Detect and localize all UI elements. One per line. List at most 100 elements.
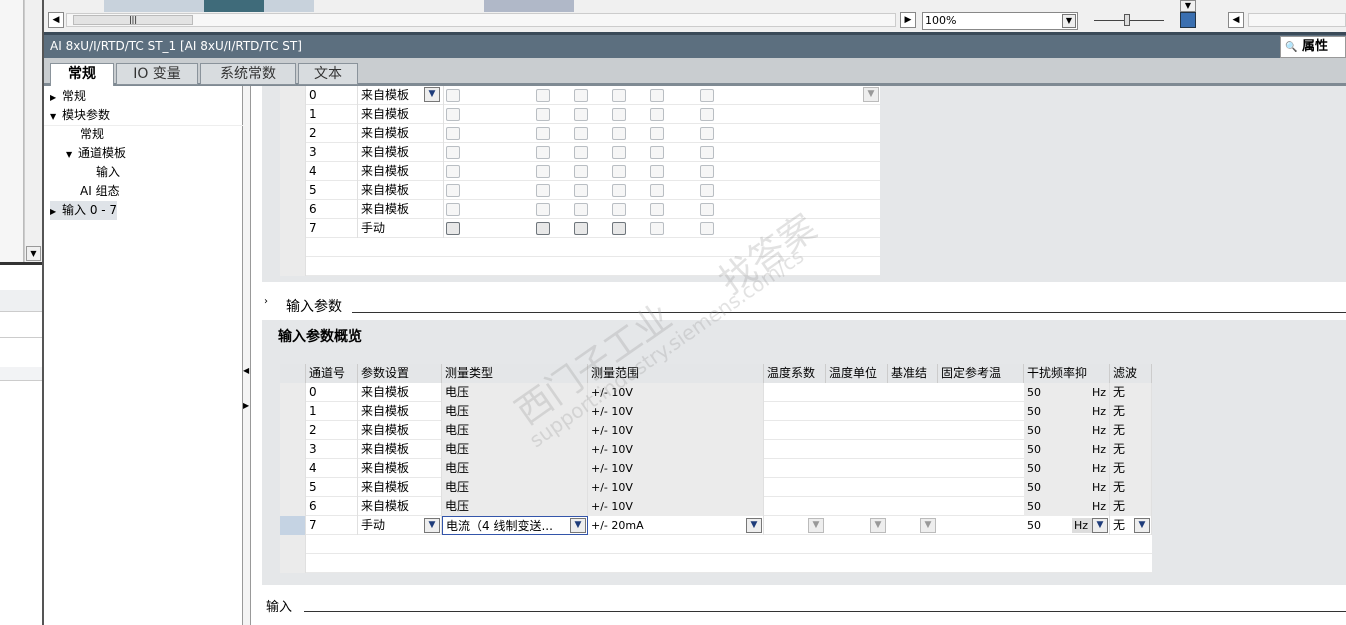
checkbox[interactable] [650, 184, 664, 197]
checkbox[interactable] [574, 165, 588, 178]
checkbox[interactable] [612, 108, 626, 121]
tab-io-tags[interactable]: IO 变量 [116, 63, 198, 85]
caret-down-icon[interactable]: ▼ [66, 145, 78, 164]
caret-right-icon[interactable]: ▶ [50, 202, 62, 221]
checkbox[interactable] [574, 184, 588, 197]
checkbox[interactable] [650, 222, 664, 235]
tree-item-input[interactable]: 输入 [96, 163, 120, 182]
tree-item-module-params[interactable]: ▼ 模块参数 [50, 106, 110, 125]
chevron-down-icon[interactable]: ▼ [863, 87, 879, 102]
checkbox[interactable] [612, 203, 626, 216]
checkbox[interactable] [446, 203, 460, 216]
tab-texts[interactable]: 文本 [298, 63, 358, 85]
checkbox[interactable] [446, 108, 460, 121]
checkbox[interactable] [446, 184, 460, 197]
checkbox[interactable] [536, 146, 550, 159]
checkbox[interactable] [536, 89, 550, 102]
expand-right-icon[interactable]: ▶ [243, 401, 249, 410]
caret-down-icon[interactable]: ▼ [50, 107, 62, 126]
tab-system-constants[interactable]: 系统常数 [200, 63, 296, 85]
table-row[interactable]: 7 手动 [280, 219, 880, 238]
section-input[interactable]: 输入 [266, 596, 292, 615]
checkbox[interactable] [536, 222, 550, 235]
checkbox[interactable] [700, 222, 714, 235]
scroll-left-icon[interactable]: ◀ [48, 12, 64, 28]
caret-right-icon[interactable]: › [264, 296, 268, 307]
checkbox[interactable] [650, 127, 664, 140]
checkbox[interactable] [700, 108, 714, 121]
tree-item-channel-template[interactable]: ▼ 通道模板 [66, 144, 126, 163]
checkbox[interactable] [612, 184, 626, 197]
checkbox[interactable] [574, 222, 588, 235]
chevron-down-icon[interactable]: ▼ [1092, 518, 1108, 533]
table-row[interactable]: 1 来自模板 [280, 105, 880, 124]
checkbox[interactable] [650, 146, 664, 159]
caret-right-icon[interactable]: ▶ [50, 88, 62, 107]
checkbox[interactable] [650, 203, 664, 216]
chevron-down-icon[interactable]: ▼ [1134, 518, 1150, 533]
checkbox[interactable] [650, 165, 664, 178]
chevron-down-icon[interactable]: ▼ [746, 518, 762, 533]
col-header[interactable]: 温度单位 [826, 364, 888, 383]
col-header[interactable]: 通道号 [306, 364, 358, 383]
table-row[interactable]: 6 来自模板 [280, 200, 880, 219]
vertical-scrollbar[interactable]: ▼ [24, 0, 42, 262]
col-header[interactable]: 滤波 [1110, 364, 1152, 383]
chevron-down-icon[interactable]: ▼ [1062, 14, 1076, 28]
measurement-type-select[interactable]: 电流（4 线制变送... [442, 516, 588, 535]
chevron-down-icon[interactable]: ▼ [424, 87, 440, 102]
tree-item-ai-config[interactable]: AI 组态 [80, 182, 120, 201]
checkbox[interactable] [446, 89, 460, 102]
checkbox[interactable] [574, 89, 588, 102]
fit-view-icon[interactable] [1180, 12, 1196, 28]
checkbox[interactable] [700, 89, 714, 102]
checkbox[interactable] [650, 108, 664, 121]
chevron-down-icon[interactable]: ▼ [920, 518, 936, 533]
section-input-params[interactable]: 输入参数 [286, 296, 342, 316]
chevron-down-icon[interactable]: ▼ [570, 518, 586, 533]
checkbox[interactable] [574, 108, 588, 121]
checkbox[interactable] [612, 127, 626, 140]
checkbox[interactable] [574, 146, 588, 159]
table-row[interactable]: 2 来自模板 [280, 124, 880, 143]
measurement-range-select[interactable]: +/- 20mA [588, 516, 764, 535]
checkbox[interactable] [536, 203, 550, 216]
checkbox[interactable] [446, 222, 460, 235]
checkbox[interactable] [612, 89, 626, 102]
col-header[interactable]: 测量类型 [442, 364, 588, 383]
chevron-down-icon[interactable]: ▼ [808, 518, 824, 533]
checkbox[interactable] [574, 127, 588, 140]
horizontal-scrollbar[interactable]: ||| [66, 13, 896, 27]
scroll-left-icon[interactable]: ◀ [1228, 12, 1244, 28]
table-row[interactable]: 2 来自模板 电压 +/- 10V 50 Hz 无 [280, 421, 1152, 440]
table-row[interactable]: 5 来自模板 电压 +/- 10V 50 Hz 无 [280, 478, 1152, 497]
checkbox[interactable] [612, 146, 626, 159]
checkbox[interactable] [446, 165, 460, 178]
tree-item-general[interactable]: ▶ 常规 [50, 87, 86, 106]
checkbox[interactable] [700, 127, 714, 140]
scroll-right-icon[interactable]: ▶ [900, 12, 916, 28]
col-header[interactable]: 固定参考温 [938, 364, 1024, 383]
checkbox[interactable] [536, 108, 550, 121]
table-row[interactable]: 4 来自模板 [280, 162, 880, 181]
horizontal-scrollbar[interactable] [1248, 13, 1346, 27]
table-row[interactable]: 3 来自模板 电压 +/- 10V 50 Hz 无 [280, 440, 1152, 459]
table-row[interactable]: 3 来自模板 [280, 143, 880, 162]
checkbox[interactable] [700, 184, 714, 197]
checkbox[interactable] [700, 165, 714, 178]
checkbox[interactable] [574, 203, 588, 216]
properties-button[interactable]: 🔍 属性 [1280, 36, 1346, 58]
checkbox[interactable] [446, 127, 460, 140]
checkbox[interactable] [612, 222, 626, 235]
pane-splitter[interactable]: ◀ ▶ [243, 86, 251, 625]
col-header[interactable]: 测量范围 [588, 364, 764, 383]
col-header[interactable]: 参数设置 [358, 364, 442, 383]
checkbox[interactable] [536, 184, 550, 197]
chevron-down-icon[interactable]: ▼ [1180, 0, 1196, 12]
zoom-select[interactable]: 100% ▼ [922, 12, 1078, 30]
col-header[interactable]: 干扰频率抑 [1024, 364, 1110, 383]
checkbox[interactable] [612, 165, 626, 178]
table-row[interactable]: 0 来自模板 电压 +/- 10V 50 Hz 无 [280, 383, 1152, 402]
table-row[interactable]: 4 来自模板 电压 +/- 10V 50 Hz 无 [280, 459, 1152, 478]
chevron-down-icon[interactable]: ▼ [870, 518, 886, 533]
